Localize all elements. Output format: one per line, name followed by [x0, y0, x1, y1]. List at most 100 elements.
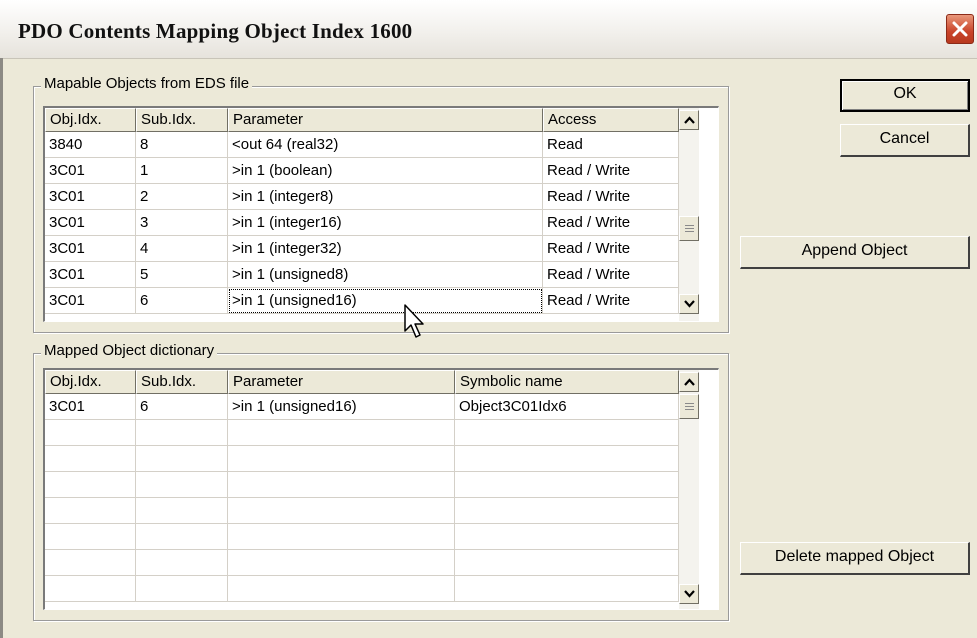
- mapped-objects-list[interactable]: Obj.Idx. Sub.Idx. Parameter Symbolic nam…: [43, 368, 719, 610]
- cell-symbolic-name: [455, 576, 679, 602]
- scroll-down-button[interactable]: [679, 294, 699, 314]
- scroll-up-button[interactable]: [679, 372, 699, 392]
- column-header-access[interactable]: Access: [543, 108, 679, 132]
- cell-access: Read / Write: [543, 210, 679, 236]
- arrow-up-icon: [684, 116, 695, 124]
- cell-parameter: [228, 576, 455, 602]
- cancel-button[interactable]: Cancel: [840, 124, 970, 157]
- thumb-grip-line: [685, 406, 694, 407]
- cell-parameter: >in 1 (boolean): [228, 158, 543, 184]
- cell-obj-idx: 3C01: [45, 236, 136, 262]
- cell-parameter: >in 1 (integer32): [228, 236, 543, 262]
- thumb-grip-line: [685, 231, 694, 232]
- cell-access: Read / Write: [543, 236, 679, 262]
- cell-parameter: <out 64 (real32): [228, 132, 543, 158]
- cell-obj-idx: 3C01: [45, 158, 136, 184]
- delete-mapped-object-button[interactable]: Delete mapped Object: [740, 542, 970, 575]
- pdo-mapping-dialog: PDO Contents Mapping Object Index 1600 M…: [0, 0, 977, 638]
- cell-symbolic-name: [455, 446, 679, 472]
- title-bar[interactable]: PDO Contents Mapping Object Index 1600: [0, 0, 977, 59]
- cell-parameter: >in 1 (unsigned16): [228, 288, 543, 314]
- cell-obj-idx: [45, 420, 136, 446]
- scroll-thumb[interactable]: [679, 394, 699, 419]
- thumb-grip-line: [685, 228, 694, 229]
- scroll-thumb[interactable]: [679, 216, 699, 241]
- column-header-sub-idx[interactable]: Sub.Idx.: [136, 370, 228, 394]
- cell-parameter: [228, 524, 455, 550]
- thumb-grip-line: [685, 409, 694, 410]
- cell-obj-idx: [45, 550, 136, 576]
- cell-symbolic-name: Object3C01Idx6: [455, 394, 679, 420]
- mouse-pointer-icon: [404, 304, 424, 338]
- thumb-grip-line: [685, 225, 694, 226]
- cell-sub-idx: 6: [136, 394, 228, 420]
- mapped-list-scrollbar[interactable]: [679, 370, 699, 609]
- cell-sub-idx: 6: [136, 288, 228, 314]
- cell-sub-idx: 1: [136, 158, 228, 184]
- column-header-obj-idx[interactable]: Obj.Idx.: [45, 370, 136, 394]
- cell-parameter: [228, 420, 455, 446]
- arrow-up-icon: [684, 378, 695, 386]
- cell-obj-idx: 3C01: [45, 184, 136, 210]
- cell-symbolic-name: [455, 550, 679, 576]
- append-object-button[interactable]: Append Object: [740, 236, 970, 269]
- cell-sub-idx: 2: [136, 184, 228, 210]
- close-icon: [952, 21, 968, 37]
- cell-access: Read: [543, 132, 679, 158]
- cell-symbolic-name: [455, 524, 679, 550]
- cell-sub-idx: [136, 576, 228, 602]
- cell-sub-idx: 5: [136, 262, 228, 288]
- scroll-down-button[interactable]: [679, 584, 699, 604]
- arrow-down-icon: [684, 300, 695, 308]
- cell-sub-idx: [136, 524, 228, 550]
- column-header-sub-idx[interactable]: Sub.Idx.: [136, 108, 228, 132]
- cell-parameter: >in 1 (unsigned8): [228, 262, 543, 288]
- column-header-symbolic-name[interactable]: Symbolic name: [455, 370, 679, 394]
- cell-obj-idx: [45, 446, 136, 472]
- dialog-title: PDO Contents Mapping Object Index 1600: [18, 19, 413, 43]
- cell-sub-idx: [136, 472, 228, 498]
- cell-sub-idx: [136, 446, 228, 472]
- close-button[interactable]: [946, 14, 974, 44]
- cell-access: Read / Write: [543, 184, 679, 210]
- cell-obj-idx: 3840: [45, 132, 136, 158]
- cell-parameter: [228, 550, 455, 576]
- thumb-grip-line: [685, 403, 694, 404]
- cell-sub-idx: [136, 498, 228, 524]
- cell-parameter: [228, 498, 455, 524]
- cell-access: Read / Write: [543, 262, 679, 288]
- mapped-dictionary-group-label: Mapped Object dictionary: [41, 342, 218, 359]
- cell-parameter: >in 1 (integer16): [228, 210, 543, 236]
- cell-sub-idx: [136, 420, 228, 446]
- cell-sub-idx: 8: [136, 132, 228, 158]
- mapable-list-scrollbar[interactable]: [679, 108, 699, 321]
- cell-symbolic-name: [455, 498, 679, 524]
- column-header-parameter[interactable]: Parameter: [228, 370, 455, 394]
- cell-obj-idx: [45, 524, 136, 550]
- cell-parameter: >in 1 (unsigned16): [228, 394, 455, 420]
- cell-access: Read / Write: [543, 288, 679, 314]
- column-header-parameter[interactable]: Parameter: [228, 108, 543, 132]
- cell-symbolic-name: [455, 420, 679, 446]
- cell-obj-idx: 3C01: [45, 394, 136, 420]
- cell-obj-idx: 3C01: [45, 262, 136, 288]
- cell-parameter: >in 1 (integer8): [228, 184, 543, 210]
- column-header-obj-idx[interactable]: Obj.Idx.: [45, 108, 136, 132]
- scroll-up-button[interactable]: [679, 110, 699, 130]
- mapable-objects-list[interactable]: Obj.Idx. Sub.Idx. Parameter Access 3840 …: [43, 106, 719, 322]
- cell-parameter: [228, 446, 455, 472]
- ok-button[interactable]: OK: [840, 79, 970, 112]
- cell-obj-idx: 3C01: [45, 288, 136, 314]
- cell-sub-idx: [136, 550, 228, 576]
- mapable-objects-group-label: Mapable Objects from EDS file: [41, 75, 253, 92]
- cell-parameter: [228, 472, 455, 498]
- cell-sub-idx: 4: [136, 236, 228, 262]
- window-frame: [0, 58, 3, 638]
- cell-obj-idx: [45, 576, 136, 602]
- cell-obj-idx: 3C01: [45, 210, 136, 236]
- cell-obj-idx: [45, 498, 136, 524]
- arrow-down-icon: [684, 590, 695, 598]
- cell-symbolic-name: [455, 472, 679, 498]
- cell-sub-idx: 3: [136, 210, 228, 236]
- cell-access: Read / Write: [543, 158, 679, 184]
